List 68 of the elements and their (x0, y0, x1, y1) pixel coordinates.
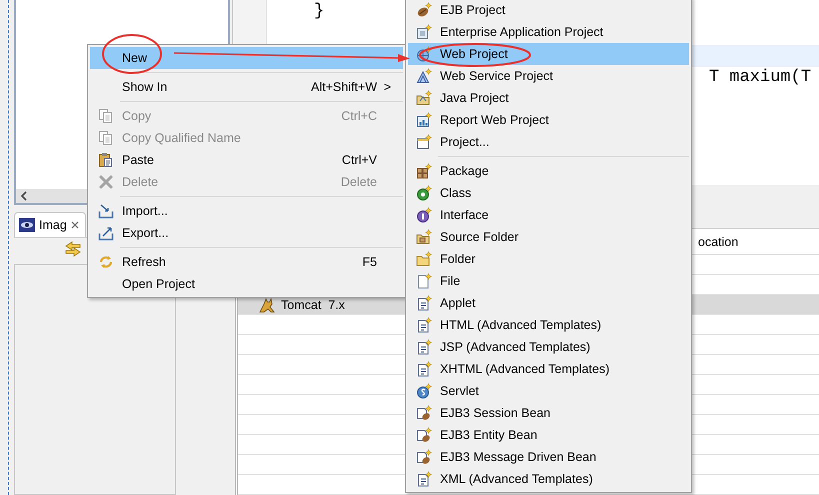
annotation-ellipse (102, 34, 162, 74)
servlet-icon (416, 383, 432, 399)
menu-item[interactable]: Folder (408, 248, 689, 270)
bean-document-icon (416, 405, 432, 421)
menu-item[interactable]: Open Project (90, 273, 403, 295)
eye-icon (19, 218, 35, 232)
clipboard-icon (98, 152, 114, 168)
package-folder-icon (416, 229, 432, 245)
folder-icon (416, 90, 432, 106)
folder-icon (416, 251, 432, 267)
menu-item[interactable]: EJB3 Message Driven Bean (408, 446, 689, 468)
menu-item[interactable]: XHTML (Advanced Templates) (408, 358, 689, 380)
menu-item[interactable]: Enterprise Application Project (408, 21, 689, 43)
menu-item[interactable]: XML (Advanced Templates) (408, 468, 689, 490)
column-header: ocation (698, 234, 738, 248)
document-icon (416, 361, 432, 377)
menu-item[interactable]: Java Project (408, 87, 689, 109)
menu-item[interactable]: Web Service Project (408, 65, 689, 87)
import-icon (98, 203, 114, 219)
view-tab[interactable]: Imag (14, 212, 86, 237)
menu-item[interactable]: Refresh F5 (90, 251, 403, 273)
code-line: } (314, 1, 324, 23)
menu-item[interactable]: EJB3 Entity Bean (408, 424, 689, 446)
menu-item[interactable]: Import... (90, 200, 403, 222)
menu-item[interactable]: Report Web Project (408, 109, 689, 131)
menu-item[interactable]: Show In Alt+Shift+W > (90, 76, 403, 98)
window-icon (416, 134, 432, 150)
class-icon (416, 185, 432, 201)
document-icon (416, 317, 432, 333)
triangle-icon (416, 68, 432, 84)
sync-arrows-icon[interactable] (64, 241, 82, 257)
globe-icon (416, 46, 432, 62)
document-icon (416, 295, 432, 311)
menu-item[interactable]: Package (408, 160, 689, 182)
menu-item[interactable]: File (408, 270, 689, 292)
menu-item[interactable]: Applet (408, 292, 689, 314)
container-icon (416, 24, 432, 40)
bean-document-icon (416, 427, 432, 443)
bean-icon (416, 2, 432, 18)
menu-item[interactable]: Web Project (408, 43, 689, 65)
menu-item[interactable]: JSP (Advanced Templates) (408, 336, 689, 358)
menu-item[interactable]: Class (408, 182, 689, 204)
chart-icon (416, 112, 432, 128)
export-icon (98, 225, 114, 241)
menu-item[interactable]: Source Folder (408, 226, 689, 248)
document-icon (416, 471, 432, 487)
file-icon (416, 273, 432, 289)
menu-item[interactable]: New (90, 47, 403, 69)
cat-icon (258, 296, 276, 312)
menu-item[interactable]: EJB Project (408, 0, 689, 21)
menu-item[interactable]: EJB3 Session Bean (408, 402, 689, 424)
interface-icon (416, 207, 432, 223)
package-icon (416, 163, 432, 179)
copy-icon (98, 108, 114, 124)
menu-item[interactable]: Servlet (408, 380, 689, 402)
delete-icon (98, 174, 114, 190)
bean-document-icon (416, 449, 432, 465)
code-line: T maxium(T (709, 67, 812, 89)
menu-item[interactable]: Project... (408, 131, 689, 153)
refresh-icon (98, 254, 114, 270)
copy-icon (98, 130, 114, 146)
menu-item[interactable]: Interface (408, 204, 689, 226)
scroll-left-icon[interactable] (20, 191, 28, 201)
menu-item[interactable]: Export... (90, 222, 403, 244)
menu-item[interactable]: HTML (Advanced Templates) (408, 314, 689, 336)
menu-item[interactable]: Paste Ctrl+V (90, 149, 403, 171)
close-icon[interactable] (70, 221, 79, 229)
document-icon (416, 339, 432, 355)
